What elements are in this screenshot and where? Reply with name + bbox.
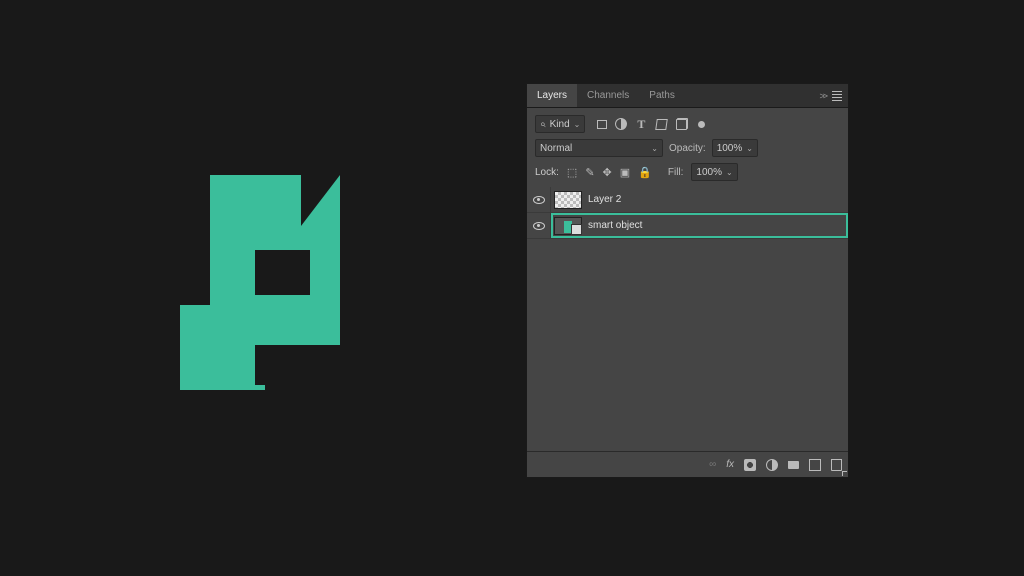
lock-label: Lock: xyxy=(535,167,559,178)
lock-row: Lock: ⬚ ✎ ✥ ▣ 🔒 Fill: 100% ⌄ xyxy=(527,160,848,187)
visibility-toggle[interactable] xyxy=(527,187,551,212)
opacity-label: Opacity: xyxy=(669,143,706,154)
lock-transparency-icon[interactable]: ⬚ xyxy=(567,166,577,179)
blend-mode-value: Normal xyxy=(540,143,572,154)
filter-shape-icon[interactable] xyxy=(655,118,667,130)
cutout-bottom xyxy=(255,345,315,385)
document-corner xyxy=(301,175,340,226)
delete-layer-icon[interactable] xyxy=(831,459,842,471)
filter-kind-label: Kind xyxy=(550,119,570,130)
collapse-icon[interactable]: >> xyxy=(819,91,826,101)
layer-row[interactable]: Layer 2 xyxy=(527,187,848,213)
blend-row: Normal ⌄ Opacity: 100% ⌄ xyxy=(527,136,848,160)
opacity-value: 100% xyxy=(717,143,743,154)
fill-label: Fill: xyxy=(668,167,684,178)
filter-dot-icon[interactable] xyxy=(695,118,707,130)
layer-style-icon[interactable]: fx xyxy=(726,459,734,470)
chevron-down-icon: ⌄ xyxy=(726,168,733,177)
filter-pixel-icon[interactable] xyxy=(597,120,607,129)
visibility-toggle[interactable] xyxy=(527,213,551,238)
blend-mode-select[interactable]: Normal ⌄ xyxy=(535,139,663,157)
adjustment-layer-icon[interactable] xyxy=(766,459,778,471)
cutout-top xyxy=(255,250,310,295)
chevron-down-icon: ⌄ xyxy=(651,144,658,153)
eye-icon xyxy=(533,222,545,230)
chevron-down-icon: ⌄ xyxy=(574,120,581,129)
eye-icon xyxy=(533,196,545,204)
panel-menu-icon[interactable] xyxy=(832,91,842,101)
add-mask-icon[interactable] xyxy=(744,459,756,471)
layer-row[interactable]: smart object xyxy=(527,213,848,239)
fill-value: 100% xyxy=(696,167,722,178)
tab-channels[interactable]: Channels xyxy=(577,84,639,107)
tab-layers[interactable]: Layers xyxy=(527,84,577,107)
new-group-icon[interactable] xyxy=(788,461,799,469)
panel-tabs: Layers Channels Paths >> xyxy=(527,84,848,108)
filter-smartobject-icon[interactable] xyxy=(675,118,687,130)
search-icon: ⌕ xyxy=(540,119,546,130)
lock-image-icon[interactable]: ✎ xyxy=(585,166,594,179)
opacity-input[interactable]: 100% ⌄ xyxy=(712,139,758,157)
tab-paths[interactable]: Paths xyxy=(639,84,685,107)
layer-thumbnail-smartobject[interactable] xyxy=(554,217,582,235)
layers-list: Layer 2 smart object xyxy=(527,187,848,451)
smart-object-artwork xyxy=(180,175,380,415)
filter-row: ⌕ Kind ⌄ T xyxy=(527,112,848,136)
fill-input[interactable]: 100% ⌄ xyxy=(691,163,737,181)
filter-adjustment-icon[interactable] xyxy=(615,118,627,130)
panel-footer: fx xyxy=(527,451,848,477)
layer-name-label: smart object xyxy=(588,220,642,231)
filter-type-icon[interactable]: T xyxy=(635,118,647,130)
layers-panel: Layers Channels Paths >> ⌕ Kind ⌄ T Norm… xyxy=(526,83,849,478)
lock-artboard-icon[interactable]: ▣ xyxy=(620,166,630,179)
link-layers-icon[interactable] xyxy=(709,459,716,470)
lock-position-icon[interactable]: ✥ xyxy=(603,166,612,179)
overlap-square xyxy=(180,305,265,390)
new-layer-icon[interactable] xyxy=(809,459,821,471)
filter-kind-select[interactable]: ⌕ Kind ⌄ xyxy=(535,115,585,133)
chevron-down-icon: ⌄ xyxy=(746,144,753,153)
lock-all-icon[interactable]: 🔒 xyxy=(638,166,652,179)
layer-thumbnail[interactable] xyxy=(554,191,582,209)
layer-name-label: Layer 2 xyxy=(588,194,621,205)
